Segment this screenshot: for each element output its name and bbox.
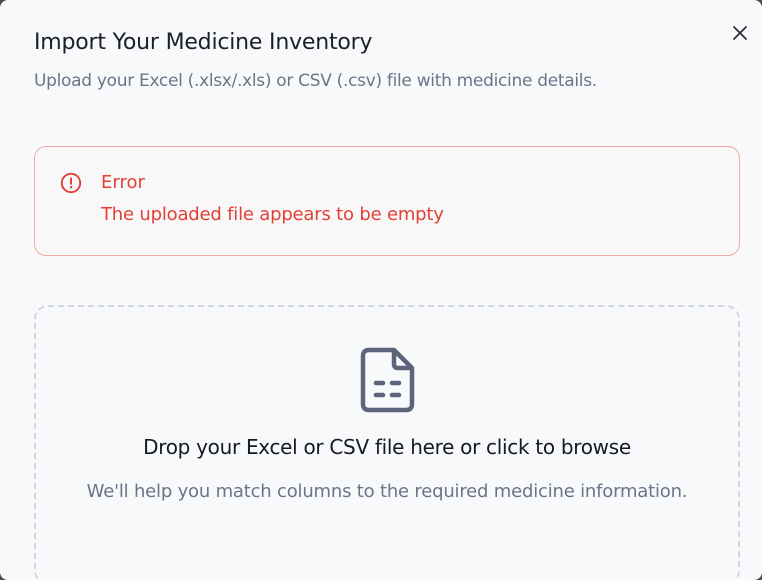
dialog-title: Import Your Medicine Inventory — [34, 30, 373, 55]
alert-circle-icon — [60, 172, 82, 194]
file-dropzone[interactable]: Drop your Excel or CSV file here or clic… — [34, 305, 740, 580]
file-spreadsheet-icon — [360, 347, 415, 413]
error-alert: Error The uploaded file appears to be em… — [34, 146, 740, 256]
close-button[interactable] — [727, 20, 753, 46]
error-message: The uploaded file appears to be empty — [101, 204, 444, 225]
close-icon — [733, 26, 747, 40]
dropzone-title: Drop your Excel or CSV file here or clic… — [143, 435, 631, 459]
import-dialog: Import Your Medicine Inventory Upload yo… — [0, 0, 762, 580]
error-title: Error — [101, 172, 145, 193]
dialog-subtitle: Upload your Excel (.xlsx/.xls) or CSV (.… — [34, 71, 597, 91]
dropzone-hint: We'll help you match columns to the requ… — [86, 481, 688, 502]
